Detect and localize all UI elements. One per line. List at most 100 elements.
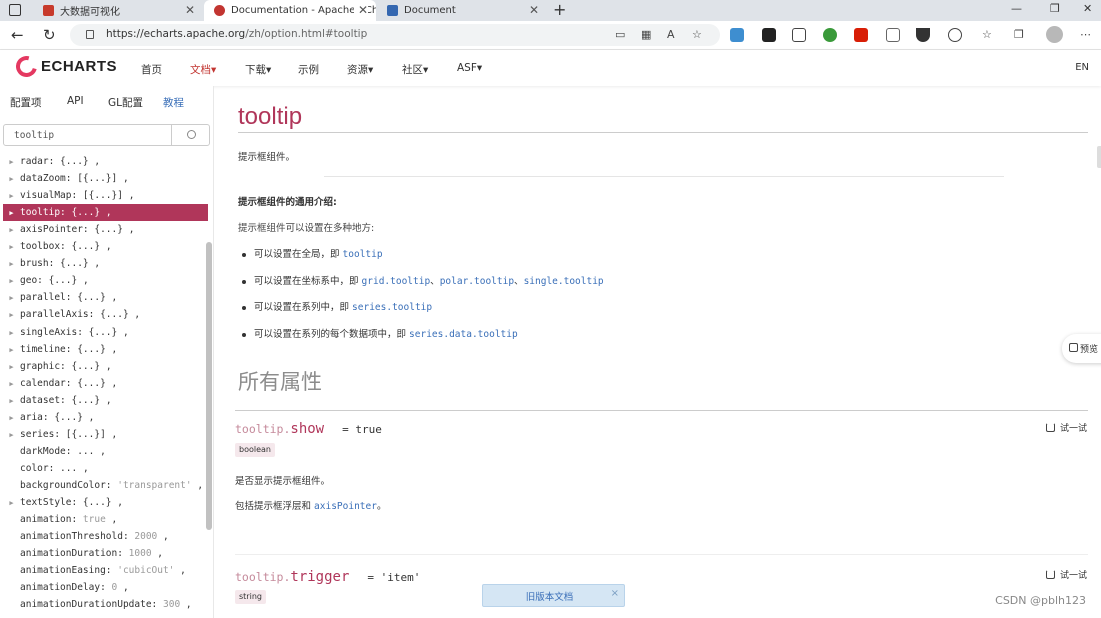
translate-extension-icon[interactable] — [730, 28, 744, 42]
preview-button[interactable]: 预览 — [1062, 334, 1101, 363]
nav-community[interactable]: 社区▾ — [402, 62, 428, 77]
tree-item-darkmode[interactable]: darkMode: ... , — [3, 443, 208, 460]
expand-arrow-icon[interactable]: ▶ — [3, 342, 20, 359]
extension-icon[interactable] — [886, 28, 900, 42]
url-text[interactable]: https://echarts.apache.org/zh/option.htm… — [106, 28, 367, 40]
expand-arrow-icon[interactable]: ▶ — [3, 393, 20, 410]
extension-icon[interactable] — [762, 28, 776, 42]
tree-item-aria[interactable]: ▶ aria: {...} , — [3, 409, 208, 426]
option-link[interactable]: series.data.tooltip — [409, 329, 518, 340]
extensions-puzzle-icon[interactable] — [948, 28, 962, 42]
more-menu-icon[interactable]: ⋯ — [1080, 28, 1091, 41]
restore-icon[interactable]: ❐ — [1050, 2, 1060, 15]
profile-avatar[interactable] — [1046, 26, 1063, 43]
option-link[interactable]: single.tooltip — [524, 276, 604, 287]
expand-arrow-icon[interactable]: ▶ — [3, 239, 20, 256]
option-link[interactable]: series.tooltip — [352, 302, 432, 313]
extension-icon[interactable] — [823, 28, 837, 42]
tab-close-icon[interactable]: ✕ — [353, 3, 368, 17]
expand-arrow-icon[interactable]: ▶ — [3, 495, 20, 512]
tree-item-animationthreshold[interactable]: animationThreshold: 2000 , — [3, 528, 208, 545]
tree-item-radar[interactable]: ▶ radar: {...} , — [3, 153, 208, 170]
tree-item-timeline[interactable]: ▶ timeline: {...} , — [3, 341, 208, 358]
tab-actions-icon[interactable] — [9, 4, 21, 16]
collections-icon[interactable]: ❐ — [1014, 28, 1024, 41]
expand-arrow-icon[interactable]: ▶ — [3, 290, 20, 307]
expand-arrow-icon[interactable]: ▶ — [3, 376, 20, 393]
expand-arrow-icon[interactable]: ▶ — [3, 359, 20, 376]
reload-icon[interactable]: ↻ — [43, 26, 56, 44]
extension-icon[interactable] — [792, 28, 806, 42]
tree-item-brush[interactable]: ▶ brush: {...} , — [3, 255, 208, 272]
search-icon[interactable] — [187, 130, 196, 139]
nav-docs[interactable]: 文档▾ — [190, 62, 216, 77]
nav-resources[interactable]: 资源▾ — [347, 62, 373, 77]
tab-echarts-docs[interactable]: Documentation - Apache EChart ✕ — [204, 0, 376, 21]
option-link[interactable]: tooltip — [343, 249, 383, 260]
nav-home[interactable]: 首页 — [141, 62, 162, 77]
lock-icon[interactable] — [86, 30, 94, 39]
tab-close-icon[interactable]: ✕ — [185, 3, 195, 17]
tab-bigdata[interactable]: 大数据可视化 ✕ — [33, 0, 203, 21]
tree-item-animationdelay[interactable]: animationDelay: 0 , — [3, 579, 208, 596]
nav-download[interactable]: 下载▾ — [245, 62, 271, 77]
sidetab-option[interactable]: 配置项 — [10, 95, 42, 110]
close-icon[interactable]: × — [611, 588, 619, 599]
tree-item-tooltip[interactable]: ▶ tooltip: {...} , — [3, 204, 208, 222]
sidetab-gl[interactable]: GL配置 — [108, 95, 143, 110]
tree-item-backgroundcolor[interactable]: backgroundColor: 'transparent' , — [3, 477, 208, 494]
tree-item-series[interactable]: ▶ series: [{...}] , — [3, 426, 208, 443]
tree-item-color[interactable]: color: ... , — [3, 460, 208, 477]
expand-arrow-icon[interactable]: ▶ — [3, 171, 20, 188]
expand-arrow-icon[interactable]: ▶ — [3, 256, 20, 273]
expand-arrow-icon[interactable]: ▶ — [3, 307, 20, 324]
tree-item-graphic[interactable]: ▶ graphic: {...} , — [3, 358, 208, 375]
tree-item-animationdurationupdate[interactable]: animationDurationUpdate: 300 , — [3, 596, 208, 613]
tree-item-animation[interactable]: animation: true , — [3, 511, 208, 528]
nav-asf[interactable]: ASF▾ — [457, 62, 482, 74]
tree-item-datazoom[interactable]: ▶ dataZoom: [{...}] , — [3, 170, 208, 187]
expand-arrow-icon[interactable]: ▶ — [3, 273, 20, 290]
expand-arrow-icon[interactable]: ▶ — [3, 427, 20, 444]
close-window-icon[interactable]: ✕ — [1083, 2, 1092, 15]
tree-item-parallelaxis[interactable]: ▶ parallelAxis: {...} , — [3, 306, 208, 323]
option-link[interactable]: grid.tooltip — [362, 276, 431, 287]
sidebar-scrollbar[interactable] — [206, 242, 212, 530]
tree-item-axispointer[interactable]: ▶ axisPointer: {...} , — [3, 221, 208, 238]
minimize-icon[interactable]: — — [1011, 2, 1022, 15]
side-handle[interactable] — [1097, 146, 1101, 168]
extension-icon[interactable] — [916, 28, 930, 42]
tree-item-toolbox[interactable]: ▶ toolbox: {...} , — [3, 238, 208, 255]
read-aloud-icon[interactable]: A — [667, 28, 675, 41]
tree-item-parallel[interactable]: ▶ parallel: {...} , — [3, 289, 208, 306]
qr-icon[interactable]: ▦ — [641, 28, 651, 41]
echarts-logo[interactable]: ECHARTS — [12, 52, 117, 81]
extension-icon[interactable] — [854, 28, 868, 42]
new-tab-icon[interactable]: + — [553, 0, 566, 19]
url-omnibox[interactable]: https://echarts.apache.org/zh/option.htm… — [70, 24, 720, 46]
app-install-icon[interactable]: ▭ — [615, 28, 625, 41]
tree-item-singleaxis[interactable]: ▶ singleAxis: {...} , — [3, 324, 208, 341]
tree-item-visualmap[interactable]: ▶ visualMap: [{...}] , — [3, 187, 208, 204]
tree-item-animationeasing[interactable]: animationEasing: 'cubicOut' , — [3, 562, 208, 579]
favorites-icon[interactable]: ☆ — [982, 28, 992, 41]
sidetab-tutorial[interactable]: 教程 — [163, 95, 184, 110]
favorite-star-icon[interactable]: ☆ — [692, 28, 702, 41]
option-search-input[interactable] — [4, 125, 172, 145]
tab-close-icon[interactable]: ✕ — [529, 3, 539, 17]
expand-arrow-icon[interactable]: ▶ — [3, 154, 20, 171]
tree-item-animationduration[interactable]: animationDuration: 1000 , — [3, 545, 208, 562]
back-icon[interactable]: ← — [11, 26, 24, 44]
nav-examples[interactable]: 示例 — [298, 62, 319, 77]
try-it-button[interactable]: 试一试 — [1045, 421, 1087, 434]
expand-arrow-icon[interactable]: ▶ — [3, 325, 20, 342]
expand-arrow-icon[interactable]: ▶ — [3, 205, 20, 222]
try-it-button[interactable]: 试一试 — [1045, 568, 1087, 581]
tree-item-textstyle[interactable]: ▶ textStyle: {...} , — [3, 494, 208, 511]
expand-arrow-icon[interactable]: ▶ — [3, 410, 20, 427]
old-docs-banner[interactable]: 旧版本文档 × — [482, 584, 625, 607]
expand-arrow-icon[interactable]: ▶ — [3, 188, 20, 205]
tree-item-dataset[interactable]: ▶ dataset: {...} , — [3, 392, 208, 409]
tab-document[interactable]: Document ✕ — [377, 0, 547, 21]
sidetab-api[interactable]: API — [67, 95, 84, 107]
